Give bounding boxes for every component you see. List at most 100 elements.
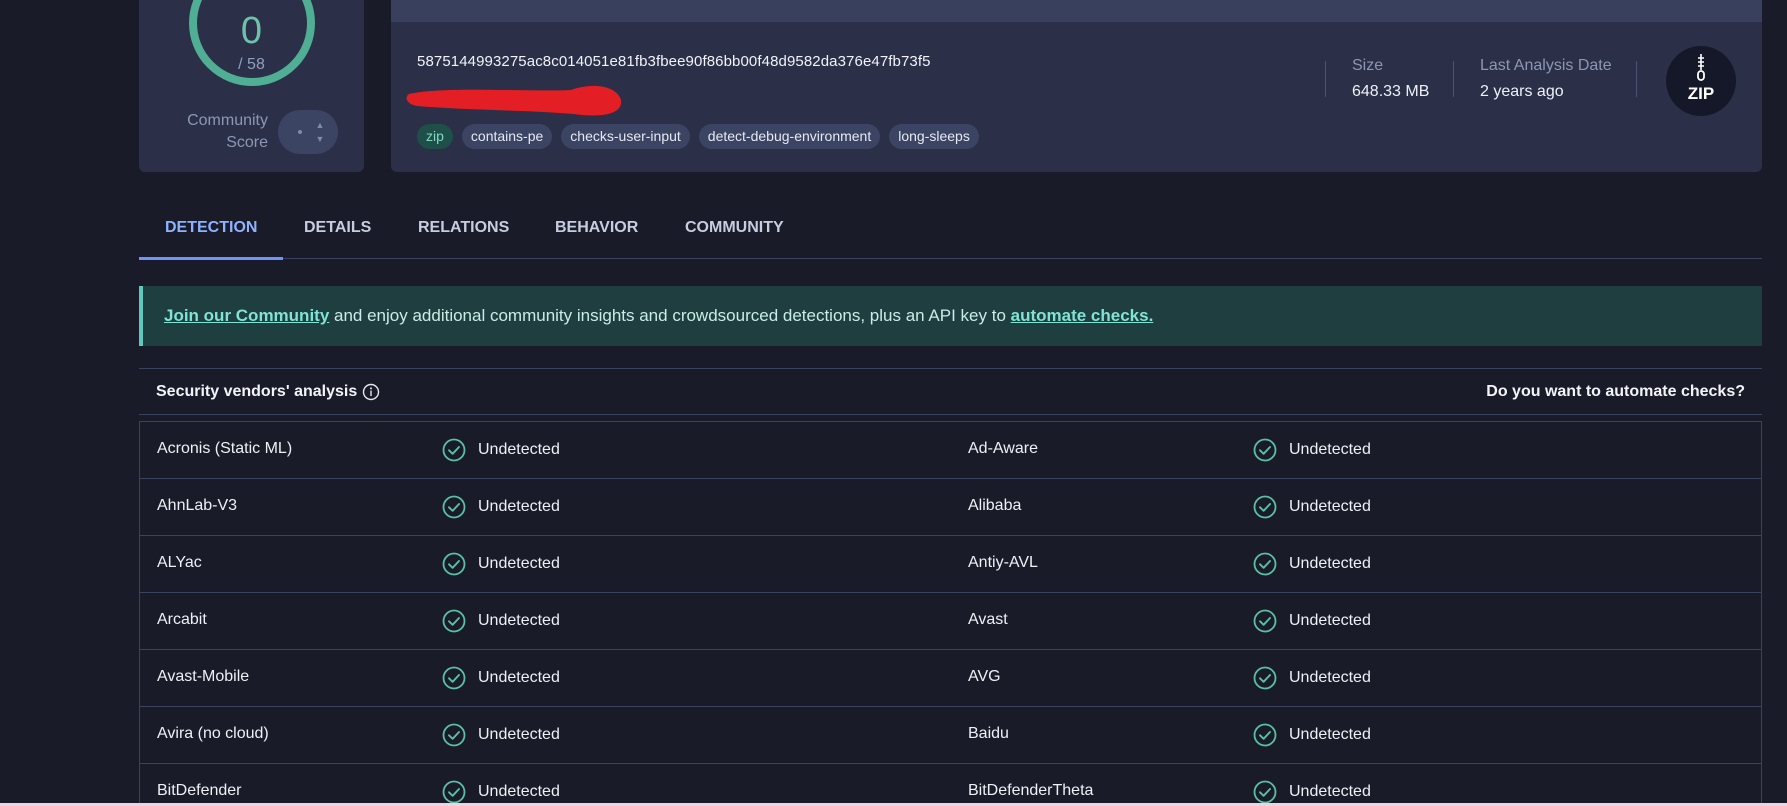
- vendor-row: BitDefender Undetected BitDefenderTheta Und…: [140, 764, 1761, 806]
- zip-label: ZIP: [1687, 84, 1715, 103]
- vendor-name: Acronis (Static ML): [157, 440, 293, 457]
- status-label: Undetected: [1289, 555, 1371, 572]
- stepper-arrows-icon[interactable]: ▲ ▼: [314, 118, 326, 146]
- meta-divider: [1325, 61, 1326, 97]
- status-label: Undetected: [1289, 498, 1371, 515]
- vendor-name: AhnLab-V3: [157, 497, 238, 514]
- tag-checks-user-input[interactable]: checks-user-input: [561, 124, 690, 149]
- vendor-name: BitDefenderTheta: [968, 782, 1094, 799]
- vendor-name: Baidu: [968, 725, 1009, 742]
- check-circle-icon: [1253, 723, 1277, 747]
- vendor-status: Undetected: [442, 438, 560, 462]
- tag-contains-pe[interactable]: contains-pe: [461, 124, 553, 149]
- engine-total: / 58: [238, 56, 265, 73]
- status-label: Undetected: [478, 498, 560, 515]
- vendor-status: Undetected: [442, 495, 560, 519]
- vendor-results-table: Acronis (Static ML) Undetected Ad-Aware Und…: [139, 421, 1762, 806]
- vendor-status: Undetected: [1253, 552, 1371, 576]
- detection-count: 0: [240, 10, 263, 52]
- vendor-status: Undetected: [442, 609, 560, 633]
- status-label: Undetected: [478, 726, 560, 743]
- security-vendors-section: Security vendors' analysis Do you want t…: [139, 368, 1762, 806]
- vendor-name: Alibaba: [968, 497, 1022, 514]
- tag-long-sleeps[interactable]: long-sleeps: [889, 124, 979, 149]
- check-circle-icon: [442, 438, 466, 462]
- vendor-row: ALYac Undetected Antiy-AVL Undetected: [140, 536, 1761, 593]
- vendor-status: Undetected: [1253, 438, 1371, 462]
- check-circle-icon: [1253, 666, 1277, 690]
- banner-message: and enjoy additional community insights …: [329, 306, 1011, 325]
- check-circle-icon: [442, 666, 466, 690]
- file-card-header-strip: [391, 0, 1762, 22]
- vendor-status: Undetected: [442, 666, 560, 690]
- automate-checks-prompt[interactable]: Do you want to automate checks?: [1486, 383, 1745, 401]
- status-label: Undetected: [478, 555, 560, 572]
- vendor-row: AhnLab-V3 Undetected Alibaba Undetected: [140, 479, 1761, 536]
- file-tags: zip contains-pe checks-user-input detect…: [417, 124, 979, 149]
- tab-relations[interactable]: RELATIONS: [392, 205, 535, 259]
- status-label: Undetected: [478, 612, 560, 629]
- vendor-name: BitDefender: [157, 782, 242, 799]
- vendor-status: Undetected: [1253, 666, 1371, 690]
- vendor-name: AVG: [968, 668, 1001, 685]
- file-info-card: 5875144993275ac8c014051e81fb3fbee90f86bb…: [391, 0, 1762, 172]
- vendor-row: Acronis (Static ML) Undetected Ad-Aware Und…: [140, 422, 1761, 479]
- size-label: Size: [1352, 57, 1384, 74]
- file-hash[interactable]: 5875144993275ac8c014051e81fb3fbee90f86bb…: [417, 53, 931, 70]
- community-score-label: Community Score: [187, 112, 268, 151]
- score-card: 0 / 58 Community Score ▲ ▼: [139, 0, 364, 172]
- status-label: Undetected: [1289, 441, 1371, 458]
- check-circle-icon: [442, 723, 466, 747]
- vendor-status: Undetected: [442, 552, 560, 576]
- virustotal-file-report: 0 / 58 Community Score ▲ ▼ 5875144993275a…: [0, 0, 1787, 806]
- detection-score-ring: 0 / 58: [188, 0, 315, 86]
- vendor-status: Undetected: [442, 723, 560, 747]
- tab-community[interactable]: COMMUNITY: [659, 205, 810, 259]
- vendors-title: Security vendors' analysis: [156, 383, 358, 400]
- size-value: 648.33 MB: [1352, 83, 1430, 100]
- community-score-value-dot: [298, 130, 302, 134]
- status-label: Undetected: [478, 783, 560, 800]
- vendor-name: Avast: [968, 611, 1008, 628]
- vendor-status: Undetected: [1253, 780, 1371, 804]
- check-circle-icon: [442, 609, 466, 633]
- tab-detection[interactable]: DETECTION: [139, 205, 284, 260]
- community-banner: Join our Community and enjoy additional …: [139, 286, 1762, 346]
- automate-checks-link[interactable]: automate checks.: [1011, 306, 1154, 325]
- banner-text: Join our Community and enjoy additional …: [164, 306, 1153, 326]
- check-circle-icon: [442, 552, 466, 576]
- vendor-status: Undetected: [1253, 609, 1371, 633]
- info-icon[interactable]: [362, 383, 380, 401]
- check-circle-icon: [1253, 780, 1277, 804]
- status-label: Undetected: [1289, 612, 1371, 629]
- vendor-name: Arcabit: [157, 611, 207, 628]
- status-label: Undetected: [1289, 669, 1371, 686]
- check-circle-icon: [442, 495, 466, 519]
- join-community-link[interactable]: Join our Community: [164, 306, 329, 325]
- last-analysis-value: 2 years ago: [1480, 83, 1564, 100]
- tab-behavior[interactable]: BEHAVIOR: [529, 205, 664, 259]
- vendor-row: Arcabit Undetected Avast Undetected: [140, 593, 1761, 650]
- community-score-stepper[interactable]: ▲ ▼: [278, 110, 338, 154]
- vendor-name: Ad-Aware: [968, 440, 1038, 457]
- meta-divider: [1636, 61, 1637, 97]
- vendor-name: Antiy-AVL: [968, 554, 1038, 571]
- check-circle-icon: [442, 780, 466, 804]
- status-label: Undetected: [478, 669, 560, 686]
- zip-file-type-icon: ZIP: [1666, 46, 1736, 116]
- status-label: Undetected: [1289, 726, 1371, 743]
- check-circle-icon: [1253, 438, 1277, 462]
- status-label: Undetected: [1289, 783, 1371, 800]
- check-circle-icon: [1253, 495, 1277, 519]
- vendor-name: ALYac: [157, 554, 202, 571]
- vendor-status: Undetected: [1253, 495, 1371, 519]
- vendor-status: Undetected: [1253, 723, 1371, 747]
- vendor-name: Avast-Mobile: [157, 668, 250, 685]
- vendors-header: Security vendors' analysis Do you want t…: [139, 369, 1762, 415]
- tag-zip[interactable]: zip: [417, 124, 453, 149]
- tag-detect-debug-environment[interactable]: detect-debug-environment: [698, 124, 881, 149]
- meta-divider: [1453, 61, 1454, 97]
- vendor-status: Undetected: [442, 780, 560, 804]
- vendor-name: Avira (no cloud): [157, 725, 269, 742]
- tab-details[interactable]: DETAILS: [278, 205, 397, 259]
